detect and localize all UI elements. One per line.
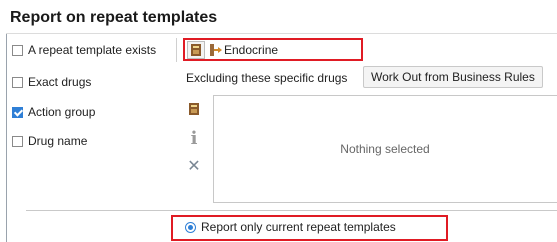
page-title: Report on repeat templates [10, 9, 218, 26]
book-icon [189, 103, 199, 115]
info-icon: i [190, 128, 198, 149]
remove-button[interactable]: ✕ [185, 157, 203, 175]
checkbox-label: Drug name [28, 134, 88, 148]
checkbox-repeat-template-exists[interactable]: A repeat template exists [12, 43, 156, 57]
radio-report-current[interactable]: Report only current repeat templates [185, 220, 396, 234]
excluding-label: Excluding these specific drugs [186, 71, 348, 85]
info-button[interactable]: i [185, 130, 203, 148]
checkbox-box[interactable] [12, 135, 23, 147]
selected-group-label: Endocrine [224, 43, 279, 57]
checkbox-exact-drugs[interactable]: Exact drugs [12, 75, 91, 89]
work-out-business-rules-button[interactable]: Work Out from Business Rules [363, 66, 543, 88]
radio-label: Report only current repeat templates [201, 220, 396, 234]
panel-border [6, 33, 7, 242]
column-separator [176, 38, 177, 62]
close-icon: ✕ [187, 156, 201, 175]
checkbox-box[interactable] [12, 44, 23, 56]
section-divider [26, 210, 557, 211]
panel-divider [6, 33, 557, 34]
checkbox-label: Action group [28, 105, 96, 119]
checkbox-box[interactable] [12, 76, 23, 88]
concept-arrow-icon [209, 44, 222, 56]
radio-button[interactable] [185, 221, 196, 233]
checkbox-label: A repeat template exists [28, 43, 157, 57]
add-drug-button[interactable] [185, 100, 203, 118]
checkbox-box[interactable] [12, 106, 23, 118]
checkbox-drug-name[interactable]: Drug name [12, 134, 87, 148]
browse-button[interactable] [187, 41, 205, 59]
checkbox-action-group[interactable]: Action group [12, 105, 95, 119]
book-icon [191, 44, 201, 56]
checkbox-label: Exact drugs [28, 75, 92, 89]
empty-list-text: Nothing selected [340, 142, 430, 156]
selected-group-value[interactable]: Endocrine [209, 43, 278, 57]
